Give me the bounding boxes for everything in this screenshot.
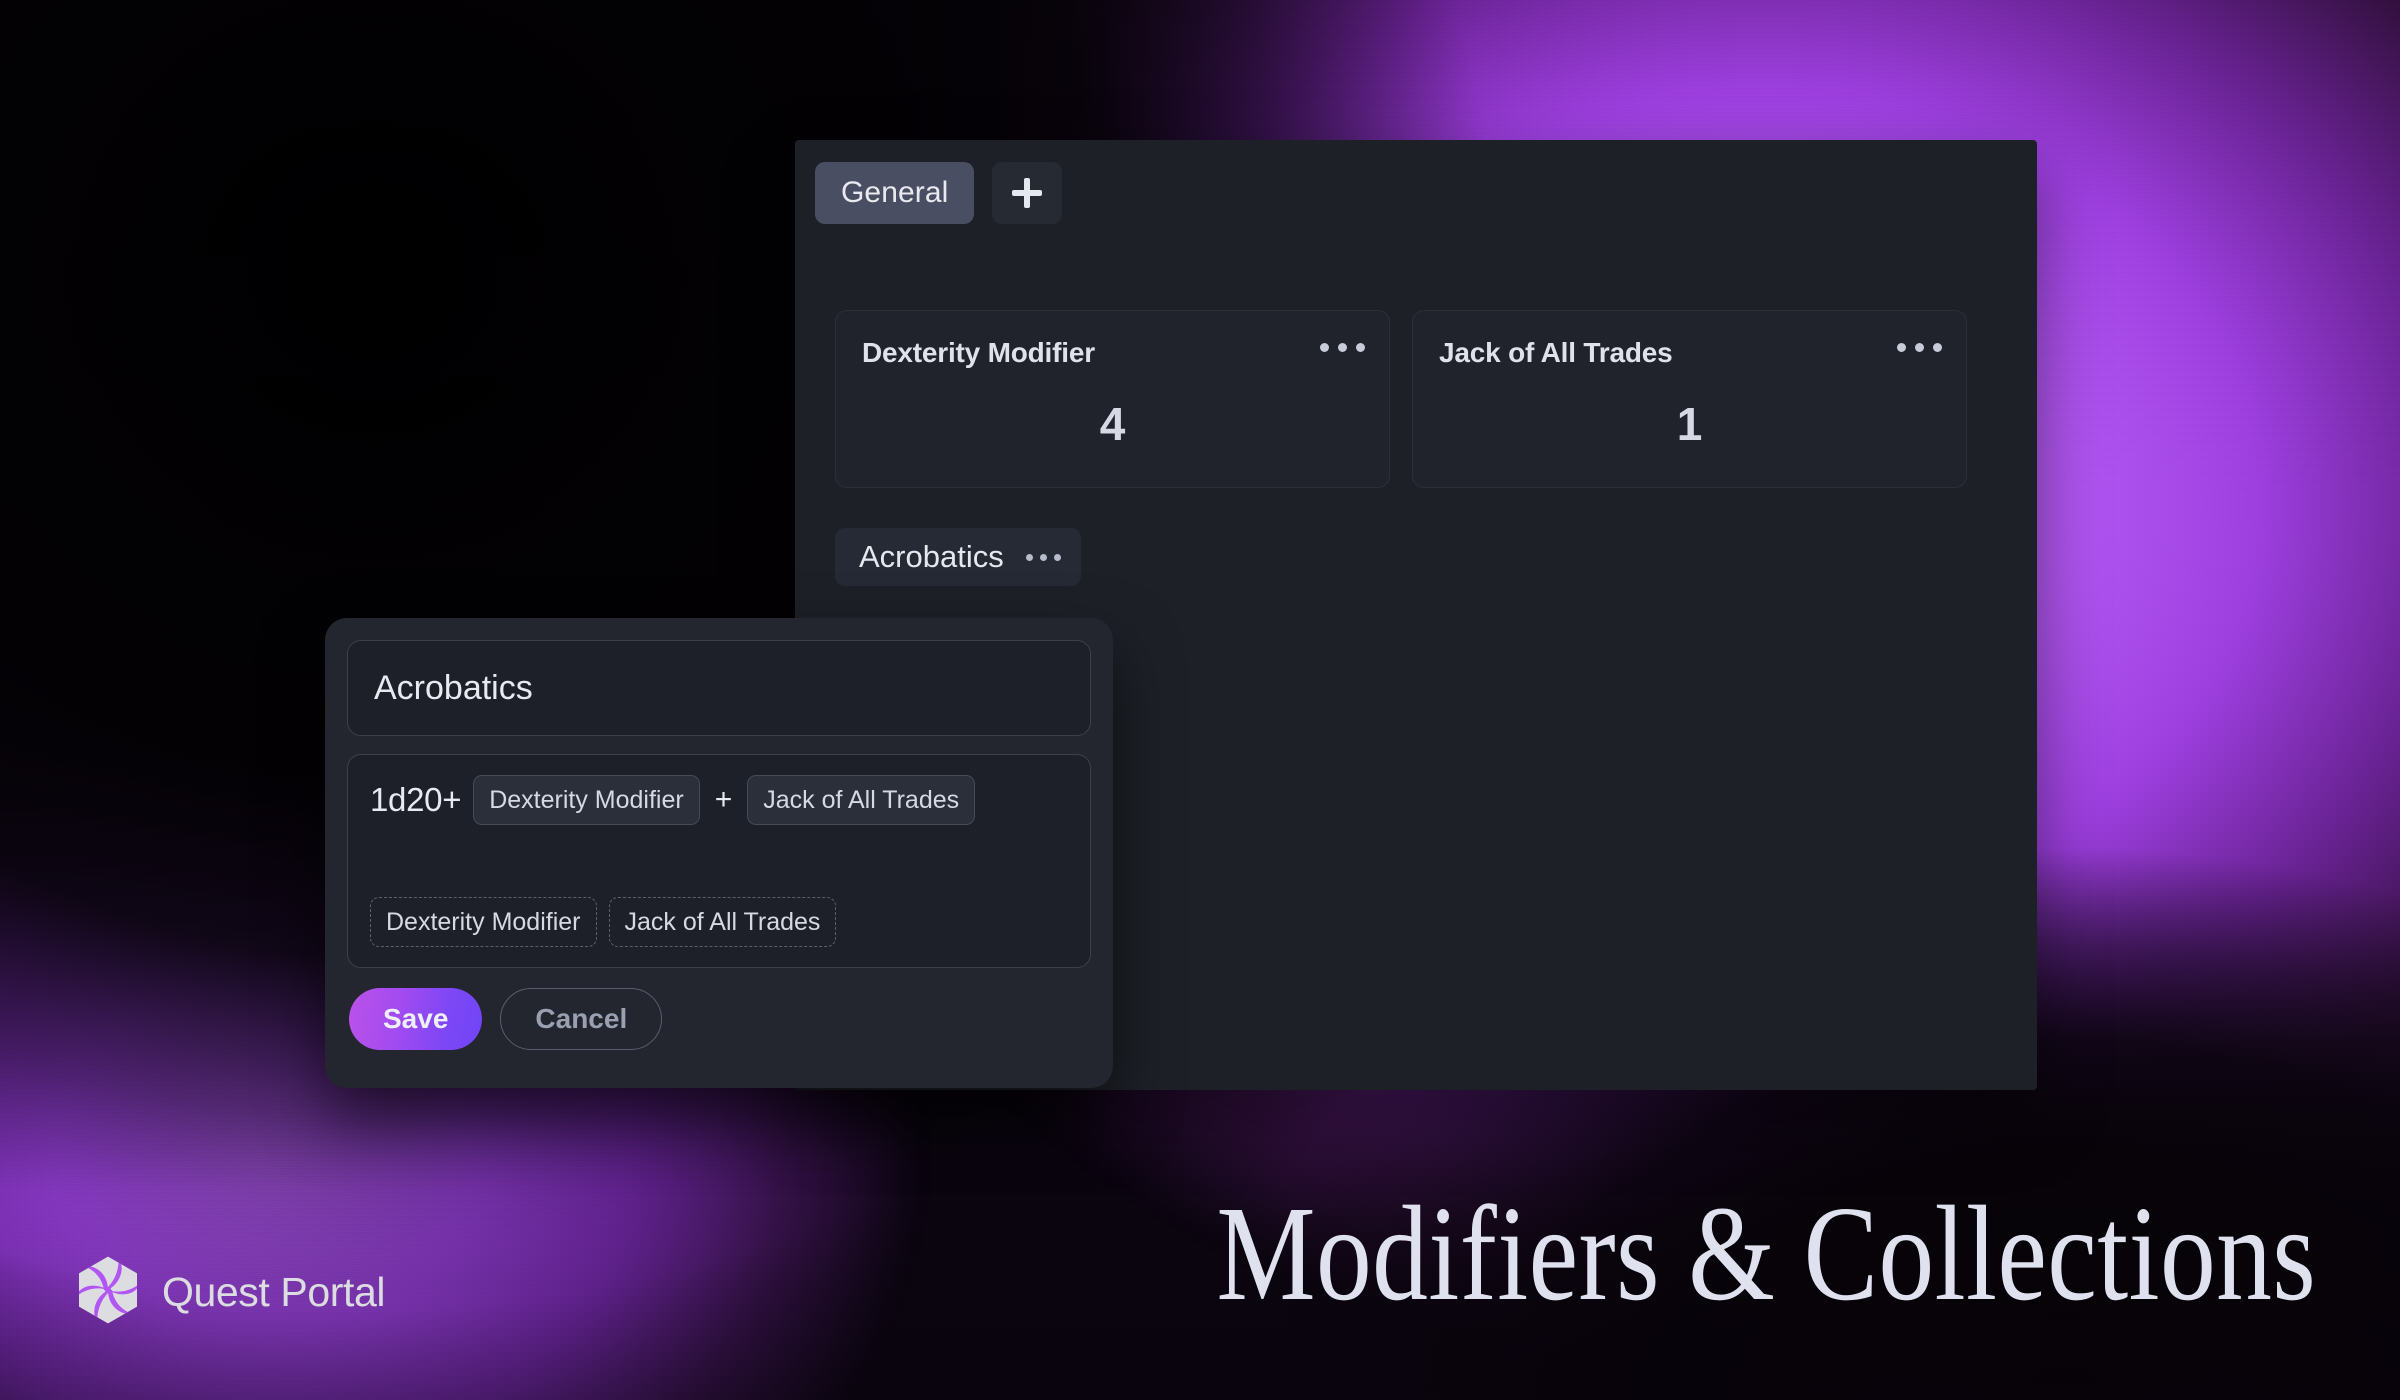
modifier-card-grid: Dexterity Modifier 4 Jack of All Trades …: [835, 310, 1967, 488]
formula-expression-row: 1d20+ Dexterity Modifier + Jack of All T…: [370, 775, 1068, 825]
formula-editor[interactable]: 1d20+ Dexterity Modifier + Jack of All T…: [347, 754, 1091, 968]
modifier-card-menu-button[interactable]: [1320, 343, 1365, 352]
ellipsis-dot-icon: [1915, 343, 1924, 352]
tab-general-label: General: [841, 176, 949, 209]
brand-lockup: Quest Portal: [76, 1255, 385, 1330]
tab-general[interactable]: General: [815, 162, 975, 224]
collection-chip-row: Acrobatics: [835, 528, 1081, 586]
modifier-card[interactable]: Jack of All Trades 1: [1412, 310, 1967, 488]
formula-token-jack-of-all-trades[interactable]: Jack of All Trades: [747, 775, 976, 825]
modifier-card[interactable]: Dexterity Modifier 4: [835, 310, 1390, 488]
formula-token-dexterity-modifier[interactable]: Dexterity Modifier: [473, 775, 700, 825]
ellipsis-dot-icon: [1897, 343, 1906, 352]
add-tab-button[interactable]: [992, 162, 1063, 224]
formula-plus-operator: +: [714, 783, 733, 816]
dice-expression: 1d20+: [370, 781, 462, 818]
tab-bar: General: [815, 162, 1063, 224]
dialog-button-row: Save Cancel: [347, 988, 1091, 1050]
modifier-card-value: 1: [1676, 398, 1703, 450]
collection-chip-menu-button[interactable]: [1025, 553, 1061, 561]
available-modifier-jack-of-all-trades[interactable]: Jack of All Trades: [608, 897, 837, 947]
collection-name-input[interactable]: Acrobatics: [347, 640, 1091, 736]
modifier-card-title: Jack of All Trades: [1439, 337, 1673, 368]
ellipsis-dot-icon: [1356, 343, 1365, 352]
collection-chip-label: Acrobatics: [859, 539, 1004, 574]
available-modifier-dexterity-modifier[interactable]: Dexterity Modifier: [370, 897, 597, 947]
collection-name-value: Acrobatics: [374, 668, 533, 707]
brand-name-label: Quest Portal: [162, 1269, 386, 1315]
save-button[interactable]: Save: [349, 988, 483, 1050]
ellipsis-dot-icon: [1039, 553, 1047, 561]
modifier-card-value: 4: [1099, 398, 1126, 450]
ellipsis-dot-icon: [1025, 553, 1033, 561]
page-headline: Modifiers & Collections: [1216, 1179, 2316, 1329]
modifier-card-title: Dexterity Modifier: [862, 337, 1095, 368]
collection-chip-acrobatics[interactable]: Acrobatics: [835, 528, 1081, 586]
ellipsis-dot-icon: [1320, 343, 1329, 352]
ellipsis-dot-icon: [1933, 343, 1942, 352]
quest-portal-hexagon-swirl-icon: [76, 1255, 140, 1330]
cancel-button[interactable]: Cancel: [500, 988, 663, 1050]
plus-icon: [1012, 178, 1043, 208]
collection-edit-dialog: Acrobatics 1d20+ Dexterity Modifier + Ja…: [325, 618, 1113, 1088]
ellipsis-dot-icon: [1338, 343, 1347, 352]
screenshot-root: General Dexterity Modifier 4 Jack of All…: [0, 0, 2400, 1400]
modifier-card-menu-button[interactable]: [1897, 343, 1942, 352]
ellipsis-dot-icon: [1053, 553, 1061, 561]
available-modifiers-row: Dexterity Modifier Jack of All Trades: [370, 897, 837, 947]
